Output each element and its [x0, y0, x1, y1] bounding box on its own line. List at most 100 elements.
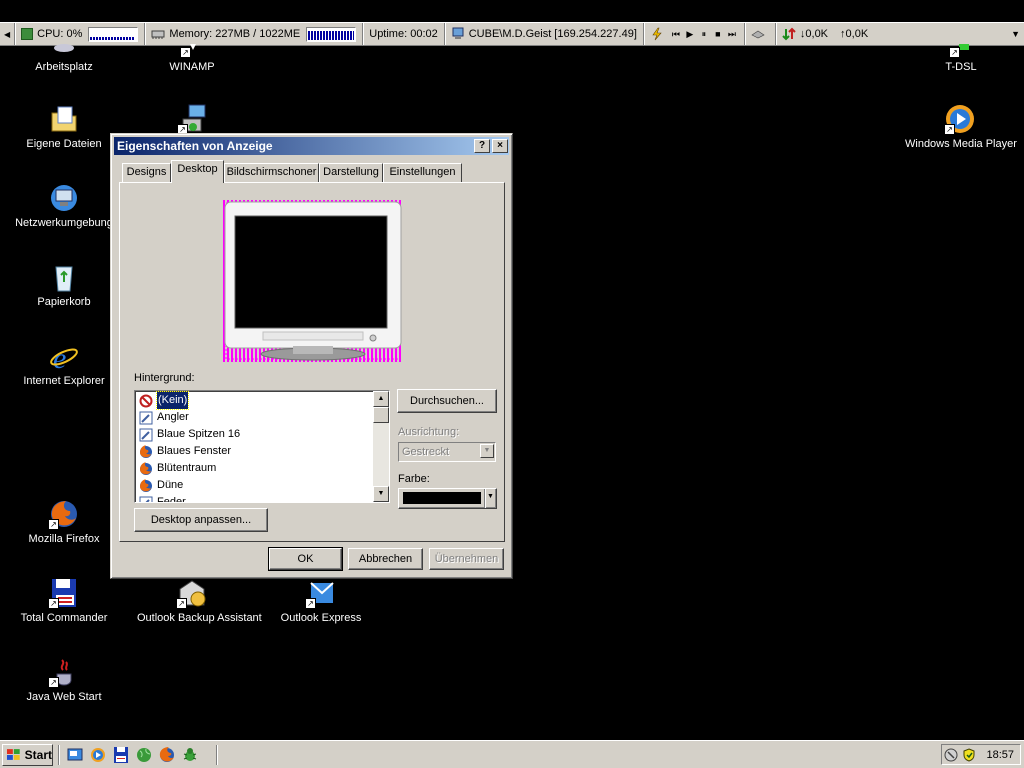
total-commander-icon[interactable] [112, 746, 130, 764]
network-text: CUBE\M.D.Geist [169.254.227.49] [468, 28, 637, 40]
globe-icon[interactable] [135, 746, 153, 764]
windows-logo-icon [6, 749, 20, 760]
desktop-icon-label: Papierkorb [37, 296, 91, 308]
pause-icon[interactable]: ⏸ [698, 29, 710, 40]
desktop-icon-windows-media-player[interactable]: ↗ Windows Media Player [905, 103, 1017, 150]
tab-designs[interactable]: Designs [122, 163, 171, 182]
recycle-bin-icon [48, 261, 80, 293]
desktop-icon-label: Arbeitsplatz [35, 61, 93, 73]
cancel-button[interactable]: Abbrechen [348, 548, 423, 570]
chevron-down-icon: ▼ [487, 493, 494, 500]
list-item[interactable]: Feder [139, 494, 186, 502]
firefox-icon [140, 461, 152, 475]
scroll-down-icon[interactable]: ▼ [373, 486, 389, 502]
traffic-monitor[interactable]: ↓ 0,0K ↑ 0,0K [776, 23, 874, 45]
list-item[interactable]: (Kein) [139, 391, 190, 410]
security-shield-icon[interactable] [962, 747, 976, 762]
listbox-scrollbar[interactable]: ▲ ▼ [373, 391, 389, 502]
list-item[interactable]: Düne [139, 477, 183, 494]
upload-rate: 0,0K [845, 28, 869, 40]
network-places-icon [48, 182, 80, 214]
desktop-icon-winamp[interactable]: ↗ WINAMP [137, 40, 247, 73]
firefox-icon [140, 478, 152, 492]
statusbar-menu-arrow[interactable]: ▼ [1011, 29, 1024, 39]
clock[interactable]: 18:57 [986, 749, 1014, 761]
list-item-label: Angler [157, 411, 189, 423]
desktop-icon-internet-explorer[interactable]: e Internet Explorer [9, 340, 119, 387]
desktop-icon-papierkorb[interactable]: Papierkorb [9, 261, 119, 308]
desktop-icon-outlook-express[interactable]: ↗ Outlook Express [266, 577, 376, 624]
network-monitor[interactable]: CUBE\M.D.Geist [169.254.227.49] [445, 23, 644, 45]
list-item[interactable]: Blaue Spitzen 16 [139, 426, 240, 443]
show-desktop-icon[interactable] [66, 746, 84, 764]
desktop-icon-label: Java Web Start [26, 691, 102, 703]
winamp-icon: ↗ [176, 40, 208, 58]
next-track-icon[interactable]: ⏭ [726, 29, 738, 40]
shield-icon[interactable] [944, 748, 958, 762]
cpu-text: CPU: 0% [37, 28, 83, 40]
scroll-up-icon[interactable]: ▲ [373, 391, 389, 407]
image-file-icon [139, 428, 153, 441]
uptime-text: Uptime: 00:02 [369, 28, 438, 40]
desktop-icon-total-commander[interactable]: ↗ Total Commander [9, 577, 119, 624]
tab-einstellungen[interactable]: Einstellungen [383, 163, 462, 182]
browse-button[interactable]: Durchsuchen... [397, 389, 497, 413]
close-button[interactable]: × [492, 139, 508, 153]
list-item-label: Blaues Fenster [157, 445, 231, 457]
desktop-icon-mozilla-firefox[interactable]: ↗ Mozilla Firefox [9, 498, 119, 545]
outlook-backup-icon: ↗ [176, 577, 208, 609]
desktop-icon-netzwerkumgebung[interactable]: Netzwerkumgebung [9, 182, 119, 229]
java-icon: ↗ [48, 656, 80, 688]
customize-desktop-button[interactable]: Desktop anpassen... [134, 508, 268, 532]
play-icon[interactable]: ▶ [684, 29, 696, 40]
none-icon [139, 394, 153, 407]
desktop-icon-label: Windows Media Player [905, 138, 1017, 150]
system-tray: 18:57 [941, 744, 1021, 765]
desktop-icon-label: Outlook Express [280, 612, 362, 624]
start-button[interactable]: Start [2, 744, 53, 766]
desktop-icon-label: Total Commander [20, 612, 108, 624]
image-file-icon [139, 496, 153, 502]
list-item[interactable]: Angler [139, 409, 189, 426]
apply-button[interactable]: Übernehmen [429, 548, 504, 570]
firefox-icon [140, 444, 152, 458]
help-button[interactable]: ? [474, 139, 490, 153]
windows-media-player-icon: ↗ [944, 103, 976, 135]
memory-meter [306, 26, 357, 42]
dialog-titlebar[interactable]: Eigenschaften von Anzeige ? × [114, 137, 509, 155]
bug-icon[interactable] [181, 746, 199, 764]
uptime-monitor[interactable]: Uptime: 00:02 [363, 23, 445, 45]
desktop-icon-outlook-backup-assistant[interactable]: ↗ Outlook Backup Assistant [137, 577, 262, 624]
previous-track-icon[interactable]: ⏮ [670, 29, 682, 40]
stop-icon[interactable]: ■ [712, 29, 724, 39]
desktop-icon-label: Netzwerkumgebung [15, 217, 113, 229]
desktop-icon-t-dsl[interactable]: ↗ T-DSL [906, 40, 1016, 73]
background-listbox[interactable]: (Kein) Angler Blaue Spitzen 16 Blaues Fe… [134, 390, 390, 503]
quick-launch [66, 746, 199, 764]
drive-monitor[interactable] [745, 23, 776, 45]
color-picker-button[interactable]: ▼ [398, 488, 497, 509]
tab-desktop[interactable]: Desktop [171, 160, 224, 183]
ok-button[interactable]: OK [268, 547, 343, 571]
media-player-icon[interactable] [89, 746, 107, 764]
desktop-icon-label: Mozilla Firefox [28, 533, 100, 545]
firefox-icon: ↗ [48, 498, 80, 530]
memory-chip-icon [151, 30, 165, 39]
taskbar: Start 18:57 [0, 740, 1024, 768]
winamp-lightning-icon[interactable] [650, 27, 664, 41]
list-item-label: Blütentraum [157, 462, 217, 474]
total-commander-icon: ↗ [48, 577, 80, 609]
list-item[interactable]: Blaues Fenster [139, 443, 231, 460]
desktop-icon-arbeitsplatz[interactable]: Arbeitsplatz [9, 40, 119, 73]
my-documents-icon [48, 103, 80, 135]
media-controls: ⏮ ▶ ⏸ ■ ⏭ [644, 23, 745, 45]
desktop-icon-eigene-dateien[interactable]: Eigene Dateien [9, 103, 119, 150]
drive-icon [751, 30, 765, 39]
firefox-icon[interactable] [158, 746, 176, 764]
desktop-icon-java-web-start[interactable]: ↗ Java Web Start [9, 656, 119, 703]
list-item[interactable]: Blütentraum [139, 460, 216, 477]
tab-darstellung[interactable]: Darstellung [319, 163, 383, 182]
tab-bildschirmschoner[interactable]: Bildschirmschoner [224, 163, 319, 182]
scroll-thumb[interactable] [373, 407, 389, 423]
list-item-label: Düne [157, 479, 184, 491]
